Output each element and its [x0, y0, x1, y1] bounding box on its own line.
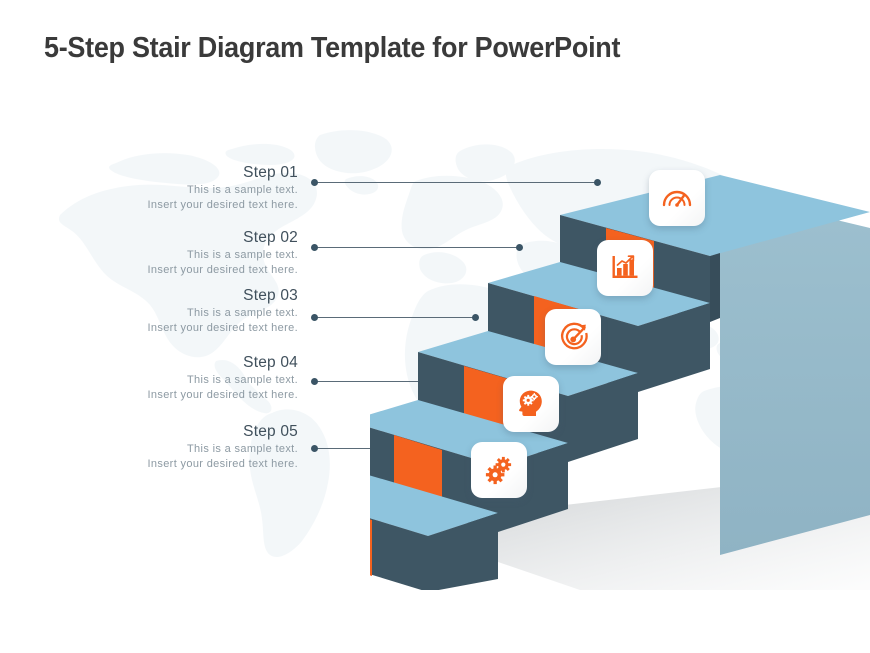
step-desc-5-line2: Insert your desired text here.	[147, 458, 298, 470]
step-desc-4-line2: Insert your desired text here.	[147, 389, 298, 401]
icon-tile-step-3[interactable]	[545, 309, 601, 365]
step-title-5: Step 05	[243, 423, 298, 440]
step-desc-1-line1: This is a sample text.	[186, 184, 298, 196]
target-arrow-icon	[561, 322, 588, 350]
gauge-icon	[662, 190, 692, 207]
bar-chart-growth-icon	[612, 255, 638, 278]
connector-dot-4-left	[311, 378, 318, 385]
step-title-4: Step 04	[243, 354, 298, 371]
step-desc-4-line1: This is a sample text.	[186, 374, 298, 386]
step-title-2: Step 02	[243, 229, 298, 246]
step-desc-1-line2: Insert your desired text here.	[147, 199, 298, 211]
step-desc-2-line2: Insert your desired text here.	[147, 264, 298, 276]
step-title-1: Step 01	[243, 164, 298, 181]
step-text-block-1: Step 01 This is a sample text. Insert yo…	[68, 163, 298, 213]
step-title-3: Step 03	[243, 287, 298, 304]
connector-dot-2-left	[311, 244, 318, 251]
step-desc-2-line1: This is a sample text.	[186, 249, 298, 261]
step-desc-3-line1: This is a sample text.	[186, 307, 298, 319]
slide-canvas: 5-Step Stair Diagram Template for PowerP…	[0, 0, 870, 653]
icon-tile-step-1[interactable]	[649, 170, 705, 226]
icon-tile-step-5[interactable]	[471, 442, 527, 498]
step-desc-3-line2: Insert your desired text here.	[147, 322, 298, 334]
stair-diagram-graphic	[278, 170, 870, 592]
icon-tile-step-2[interactable]	[597, 240, 653, 296]
step-desc-5-line1: This is a sample text.	[186, 443, 298, 455]
connector-dot-3-left	[311, 314, 318, 321]
connector-dot-1-left	[311, 179, 318, 186]
icon-tile-step-4[interactable]	[503, 376, 559, 432]
step-text-block-4: Step 04 This is a sample text. Insert yo…	[68, 353, 298, 403]
step-text-block-3: Step 03 This is a sample text. Insert yo…	[68, 286, 298, 336]
step-text-block-5: Step 05 This is a sample text. Insert yo…	[68, 422, 298, 472]
stair-svg	[278, 175, 870, 592]
head-gears-icon	[519, 390, 542, 416]
step-text-block-2: Step 02 This is a sample text. Insert yo…	[68, 228, 298, 278]
gears-icon	[485, 456, 512, 485]
connector-dot-5-left	[311, 445, 318, 452]
page-title: 5-Step Stair Diagram Template for PowerP…	[44, 32, 621, 64]
